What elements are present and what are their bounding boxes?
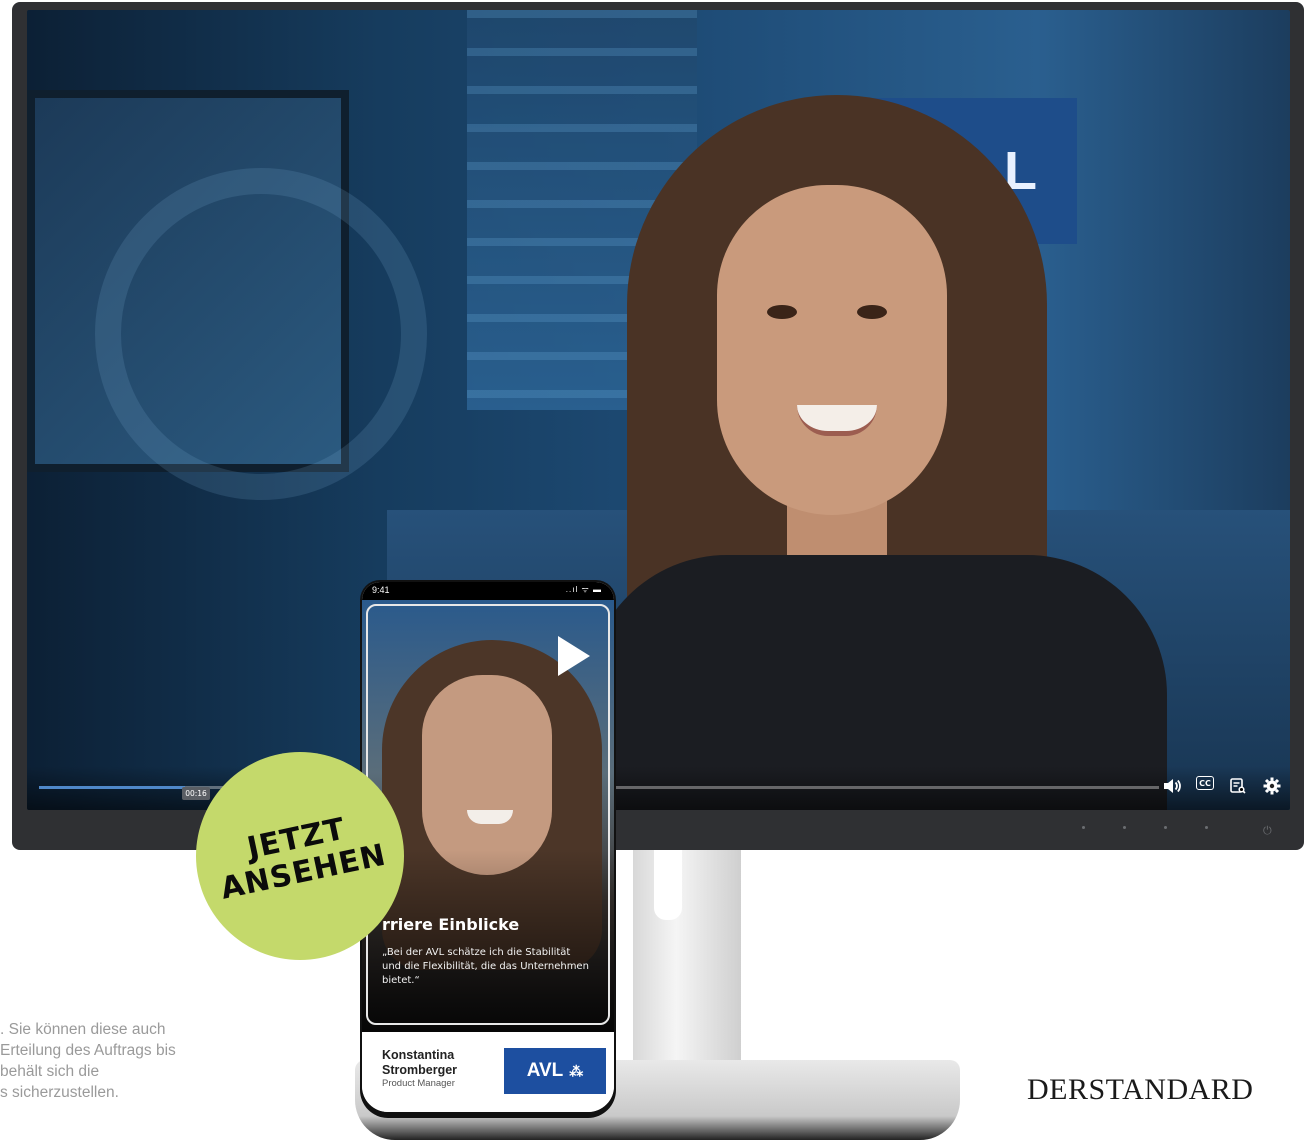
presenter-eye: [767, 305, 797, 319]
avl-logo: AVL ⁂: [504, 1048, 606, 1094]
captions-icon[interactable]: CC: [1196, 776, 1214, 790]
person-role: Product Manager: [382, 1078, 455, 1089]
stand-cutout: [654, 850, 682, 920]
disclaimer-text: . Sie können diese auch Erteilung des Au…: [0, 1019, 260, 1103]
status-bar: 9:41 ..ıl ᯤ ▬: [362, 582, 614, 600]
person-info: Konstantina Stromberger Product Manager: [382, 1048, 457, 1090]
story-quote: „Bei der AVL schätze ich die Stabilität …: [382, 947, 589, 986]
video-player[interactable]: L 00:16 CC: [27, 10, 1290, 810]
power-icon[interactable]: ⏻: [1263, 824, 1272, 838]
monitor-stand: [633, 850, 741, 1065]
badge-text: JETZT ANSEHEN: [211, 805, 390, 906]
monitor-buttons: [1082, 826, 1208, 829]
person-last-name: Stromberger: [382, 1063, 458, 1077]
time-tooltip: 00:16: [182, 787, 210, 800]
presenter-eye: [857, 305, 887, 319]
story-card[interactable]: rriere Einblicke „Bei der AVL schätze ic…: [362, 600, 614, 1032]
monitor: L 00:16 CC ⏻: [12, 2, 1304, 850]
brand-logo: DERSTANDARD: [1027, 1073, 1254, 1106]
story-title: rriere Einblicke: [382, 915, 520, 934]
disclaimer-line: s sicherzustellen.: [0, 1084, 119, 1101]
watch-now-badge[interactable]: JETZT ANSEHEN: [196, 752, 404, 960]
disclaimer-line: . Sie können diese auch: [0, 1021, 166, 1038]
phone-footer: Konstantina Stromberger Product Manager …: [362, 1032, 614, 1112]
play-icon[interactable]: [558, 636, 590, 676]
avl-logo-text: AVL: [526, 1060, 564, 1081]
transcript-icon[interactable]: [1228, 776, 1248, 796]
volume-icon[interactable]: [1162, 776, 1182, 796]
disclaimer-line: behält sich die: [0, 1063, 100, 1080]
progress-fill: [39, 786, 185, 789]
status-icons: ..ıl ᯤ ▬: [565, 585, 602, 594]
status-time: 9:41: [372, 585, 390, 595]
background-screen: [27, 90, 427, 500]
avl-logo-mark: ⁂: [569, 1062, 584, 1079]
presenter: [587, 95, 1167, 810]
gear-icon[interactable]: [1262, 776, 1282, 796]
disclaimer-line: Erteilung des Auftrags bis: [0, 1042, 176, 1059]
control-icons: CC: [1162, 776, 1282, 796]
person-first-name: Konstantina: [382, 1048, 455, 1062]
presenter-face: [717, 185, 947, 515]
